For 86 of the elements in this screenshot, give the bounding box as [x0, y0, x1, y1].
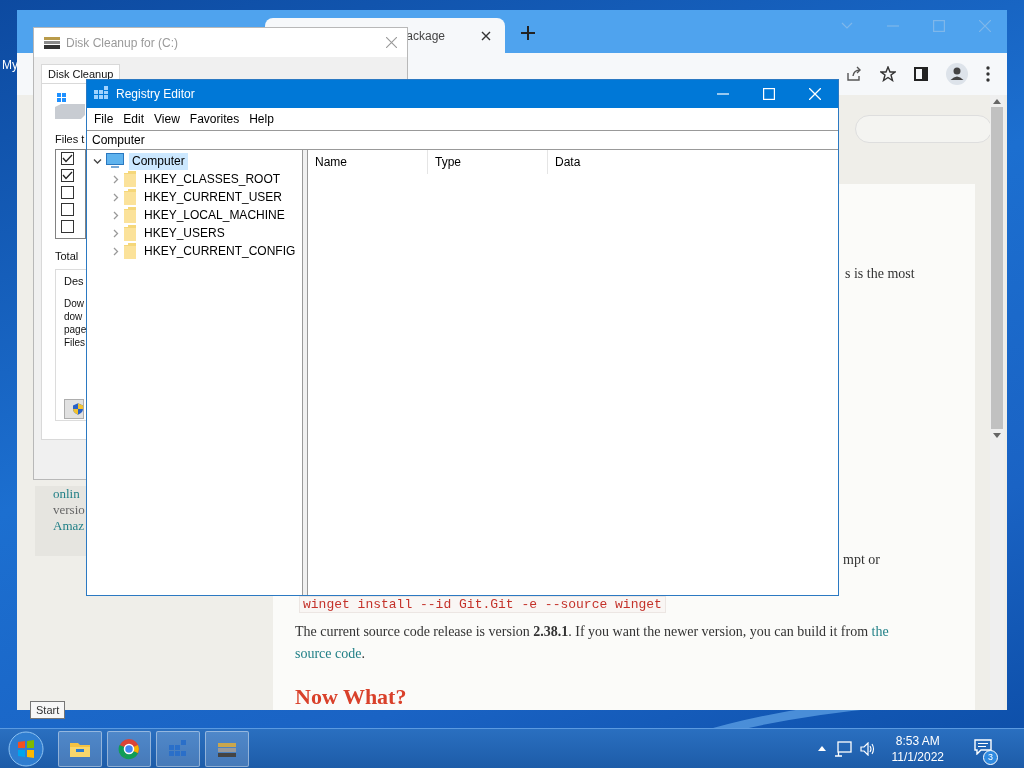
- text: versio: [53, 502, 85, 518]
- drive-icon: [44, 36, 60, 49]
- window-title: Registry Editor: [116, 87, 196, 101]
- chevron-right-icon[interactable]: [111, 246, 120, 256]
- menu-item[interactable]: View: [149, 112, 185, 126]
- tooltip: Start: [30, 701, 66, 719]
- description-text: Files: [64, 336, 87, 349]
- scrollbar[interactable]: [990, 95, 1004, 710]
- notification-icon[interactable]: [974, 738, 992, 755]
- checkbox[interactable]: [61, 152, 74, 165]
- checkbox[interactable]: [61, 203, 74, 216]
- paragraph-text: mpt or: [843, 551, 881, 569]
- tree-item[interactable]: HKEY_USERS: [141, 224, 228, 242]
- column-header[interactable]: Name: [308, 150, 428, 174]
- tree-item[interactable]: HKEY_CLASSES_ROOT: [141, 170, 284, 188]
- computer-icon: [106, 153, 124, 169]
- more-menu-icon[interactable]: [986, 66, 990, 82]
- chevron-right-icon[interactable]: [111, 192, 120, 202]
- folder-icon: [124, 189, 136, 205]
- folder-icon: [124, 225, 136, 241]
- close-icon[interactable]: [481, 30, 491, 41]
- menu-item[interactable]: Favorites: [184, 112, 245, 126]
- share-icon[interactable]: [846, 66, 862, 82]
- link[interactable]: the: [871, 624, 889, 639]
- tab-title: ackage: [406, 28, 445, 43]
- checkbox[interactable]: [61, 220, 74, 233]
- start-button[interactable]: [8, 730, 44, 767]
- tree-item[interactable]: HKEY_CURRENT_USER: [141, 188, 286, 206]
- dialog-tab[interactable]: Disk Cleanup: [41, 64, 121, 83]
- column-header[interactable]: Type: [428, 150, 548, 174]
- search-field[interactable]: [855, 115, 992, 143]
- folder-icon: [124, 171, 136, 187]
- description-text: Dow: [64, 297, 85, 310]
- code-snippet: winget install --id Git.Git -e --source winget: [299, 596, 666, 613]
- clock-time: 8:53 AM: [894, 732, 941, 749]
- chevron-right-icon[interactable]: [111, 210, 120, 220]
- paragraph-text: s is the most: [845, 265, 916, 283]
- paragraph-text: The current source code release is version 2.38.1. If you want the newer version, you can build it from the source code.: [295, 623, 890, 663]
- clock-date: 11/1/2022: [891, 748, 944, 765]
- chevron-right-icon[interactable]: [111, 174, 120, 184]
- shield-icon: [73, 401, 83, 417]
- scroll-up-icon[interactable]: [993, 99, 1001, 104]
- scroll-thumb[interactable]: [991, 107, 1003, 429]
- label: Files t: [55, 133, 85, 145]
- menu-item[interactable]: Edit: [118, 112, 150, 126]
- link[interactable]: Amaz: [53, 518, 85, 534]
- description-text: dow: [64, 310, 84, 323]
- checkbox[interactable]: [61, 186, 74, 199]
- new-tab-icon[interactable]: [521, 26, 535, 40]
- folder-icon: [124, 243, 136, 259]
- browser-icon: [117, 736, 141, 761]
- drive-icon: [55, 93, 85, 119]
- scroll-down-icon[interactable]: [993, 433, 1001, 438]
- desktop-icon-label[interactable]: My: [2, 58, 18, 72]
- tree-item[interactable]: Computer: [129, 152, 188, 170]
- side-panel-icon[interactable]: [914, 67, 928, 81]
- link[interactable]: onlin: [53, 486, 80, 502]
- tree-item[interactable]: HKEY_LOCAL_MACHINE: [141, 206, 288, 224]
- group-label: Des: [64, 275, 84, 287]
- label: Total: [55, 250, 79, 262]
- window-title: Disk Cleanup for (C:): [66, 35, 180, 50]
- tree-item[interactable]: HKEY_CURRENT_CONFIG: [141, 242, 299, 260]
- section-heading: Now What?: [295, 685, 408, 709]
- address-field[interactable]: Computer: [87, 130, 838, 150]
- clock[interactable]: 8:53 AM 11/1/2022: [891, 732, 944, 765]
- checkbox[interactable]: [61, 169, 74, 182]
- network-icon[interactable]: [833, 740, 852, 757]
- description-text: page: [64, 323, 88, 336]
- taskbar-button[interactable]: [107, 730, 151, 767]
- profile-icon[interactable]: [946, 63, 968, 85]
- folder-icon: [124, 207, 136, 223]
- menu-item[interactable]: File: [89, 112, 119, 126]
- star-icon[interactable]: [880, 66, 896, 82]
- caret-up-icon[interactable]: [817, 746, 826, 751]
- column-header[interactable]: Data: [548, 150, 668, 174]
- shield-button[interactable]: [64, 399, 84, 419]
- chevron-down-icon[interactable]: [93, 156, 102, 166]
- taskbar-button[interactable]: [156, 730, 200, 767]
- menu-item[interactable]: Help: [244, 112, 279, 126]
- chevron-right-icon[interactable]: [111, 228, 120, 238]
- notification-badge: 3: [983, 749, 998, 765]
- taskbar-button[interactable]: [58, 730, 102, 767]
- file-list[interactable]: [55, 149, 86, 239]
- volume-icon[interactable]: [859, 741, 876, 756]
- registry-icon: [94, 86, 110, 102]
- taskbar-button[interactable]: [205, 730, 249, 767]
